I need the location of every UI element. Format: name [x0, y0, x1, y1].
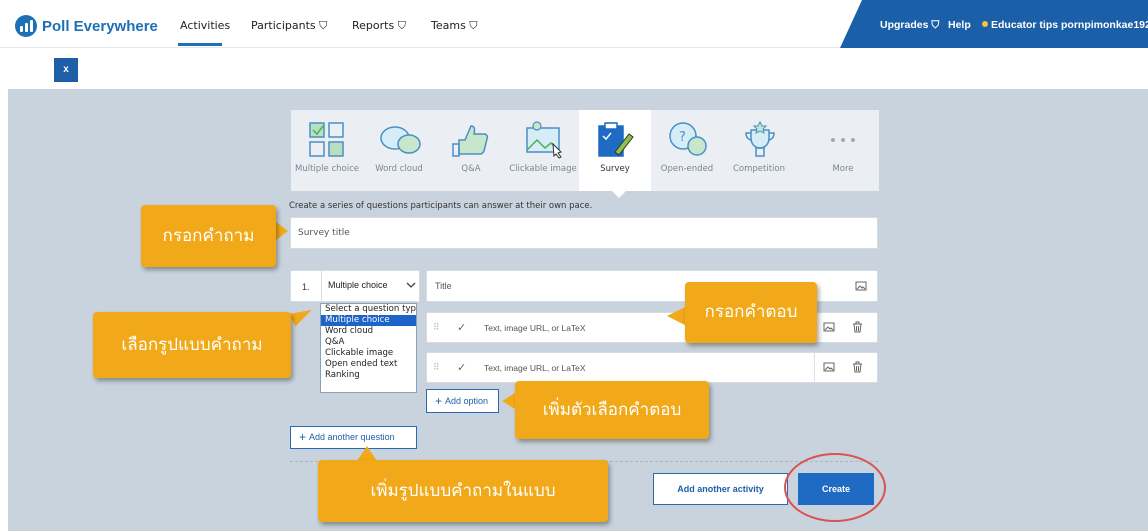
nav-activities[interactable]: Activities: [180, 19, 230, 32]
tile-multiple-choice[interactable]: Multiple choice: [291, 110, 363, 191]
callout-choose-type: เลือกรูปแบบคำถาม: [93, 312, 291, 378]
question-type-dropdown: Select a question type Multiple choice W…: [320, 303, 417, 393]
correct-check-icon[interactable]: ✓: [457, 321, 466, 334]
chevron-down-icon: [406, 282, 416, 288]
top-nav: Poll Everywhere Activities Participants …: [0, 0, 1148, 48]
callout-enter-answer: กรอกคำตอบ: [685, 282, 817, 343]
tile-label: Word cloud: [375, 164, 423, 174]
divider: [814, 353, 815, 382]
add-activity-button[interactable]: Add another activity: [653, 473, 788, 505]
tile-more[interactable]: More: [807, 110, 879, 191]
dropdown-option[interactable]: Q&A: [321, 337, 416, 348]
trash-icon[interactable]: [852, 361, 863, 373]
callout-tail: [667, 307, 685, 325]
svg-text:?: ?: [679, 130, 686, 145]
sub-toolbar: [0, 49, 1148, 89]
drag-handle-icon[interactable]: ⠿: [433, 362, 440, 373]
poll-everywhere-logo-icon: [15, 15, 37, 37]
tile-survey[interactable]: Survey: [579, 110, 651, 191]
nav-help[interactable]: Help: [948, 19, 971, 31]
image-icon[interactable]: [855, 280, 867, 292]
tile-label: Survey: [600, 164, 630, 174]
close-button[interactable]: x: [54, 58, 78, 82]
callout-enter-question: กรอกคำถาม: [141, 205, 276, 267]
dropdown-option[interactable]: Word cloud: [321, 326, 416, 337]
tile-label: More: [832, 164, 854, 174]
active-nav-underline: [178, 43, 222, 46]
tile-label: Open-ended: [660, 164, 714, 174]
callout-add-question: เพิ่มรูปแบบคำถามในแบบ: [318, 460, 608, 522]
dropdown-option[interactable]: Open ended text: [321, 359, 416, 370]
user-menu[interactable]: pornpimonkae192 ⚙: [1061, 19, 1148, 31]
logo[interactable]: Poll Everywhere: [15, 15, 158, 37]
plus-icon: +: [435, 394, 443, 408]
nav-teams[interactable]: Teams ⛉: [431, 19, 478, 33]
trash-icon[interactable]: [852, 321, 863, 333]
highlight-circle: [784, 453, 886, 522]
tile-word-cloud[interactable]: Word cloud: [363, 110, 435, 191]
callout-tail: [276, 222, 288, 240]
nav-participants[interactable]: Participants ⛉: [251, 19, 327, 33]
nav-reports[interactable]: Reports ⛉: [352, 19, 406, 33]
answer-option-input[interactable]: Text, image URL, or LaTeX: [484, 363, 586, 373]
dropdown-option-selected[interactable]: Multiple choice: [321, 315, 416, 326]
tile-open-ended[interactable]: ? Open-ended: [651, 110, 723, 191]
dropdown-option[interactable]: Select a question type: [321, 304, 416, 315]
tile-label: Multiple choice: [295, 164, 359, 174]
nav-tips-label: Educator tips: [991, 19, 1059, 31]
tile-label: Q&A: [461, 164, 481, 174]
qa-icon: [452, 125, 489, 157]
nav-educator-tips[interactable]: Educator tips: [982, 19, 1058, 31]
add-question-button[interactable]: + Add another question: [290, 426, 417, 449]
callout-add-option: เพิ่มตัวเลือกคำตอบ: [515, 381, 709, 439]
active-tile-pointer: [611, 190, 627, 198]
tile-competition[interactable]: Competition: [723, 110, 795, 191]
open-ended-icon: ?: [669, 122, 707, 156]
survey-title-input[interactable]: Survey title: [290, 217, 878, 249]
helper-text: Create a series of questions participant…: [289, 201, 593, 211]
competition-icon: [745, 120, 775, 157]
add-question-label: Add another question: [309, 432, 395, 442]
plus-icon: +: [299, 430, 307, 444]
brand-name: Poll Everywhere: [42, 17, 158, 35]
more-icon: [831, 138, 855, 142]
correct-check-icon[interactable]: ✓: [457, 361, 466, 374]
question-title-placeholder: Title: [435, 281, 452, 291]
activity-type-bar: Multiple choice Word cloud Q&A Clickable…: [291, 110, 879, 191]
tips-dot-icon: [982, 21, 988, 27]
callout-tail: [357, 446, 377, 461]
clickable-image-icon: [526, 121, 562, 159]
answer-option-input[interactable]: Text, image URL, or LaTeX: [484, 323, 586, 333]
add-option-label: Add option: [445, 396, 489, 406]
question-number: 1.: [302, 282, 310, 292]
image-icon[interactable]: [823, 321, 835, 333]
tile-qa[interactable]: Q&A: [435, 110, 507, 191]
add-option-button[interactable]: + Add option: [426, 389, 499, 413]
question-type-row: 1. Multiple choice: [290, 270, 420, 302]
tile-label: Clickable image: [509, 164, 577, 174]
survey-icon: [598, 122, 634, 157]
question-type-value: Multiple choice: [328, 280, 388, 290]
nav-upgrades[interactable]: Upgrades ⛉: [880, 19, 939, 32]
dropdown-option[interactable]: Clickable image: [321, 348, 416, 359]
dropdown-option[interactable]: Ranking: [321, 370, 416, 381]
tile-label: Competition: [732, 164, 786, 174]
answer-option-row: ⠿ ✓ Text, image URL, or LaTeX: [426, 352, 878, 383]
tile-clickable-image[interactable]: Clickable image: [507, 110, 579, 191]
callout-tail: [502, 393, 515, 409]
question-type-select[interactable]: Multiple choice: [321, 270, 418, 302]
drag-handle-icon[interactable]: ⠿: [433, 322, 440, 333]
multiple-choice-icon: [309, 122, 344, 157]
image-icon[interactable]: [823, 361, 835, 373]
word-cloud-icon: [380, 126, 421, 154]
